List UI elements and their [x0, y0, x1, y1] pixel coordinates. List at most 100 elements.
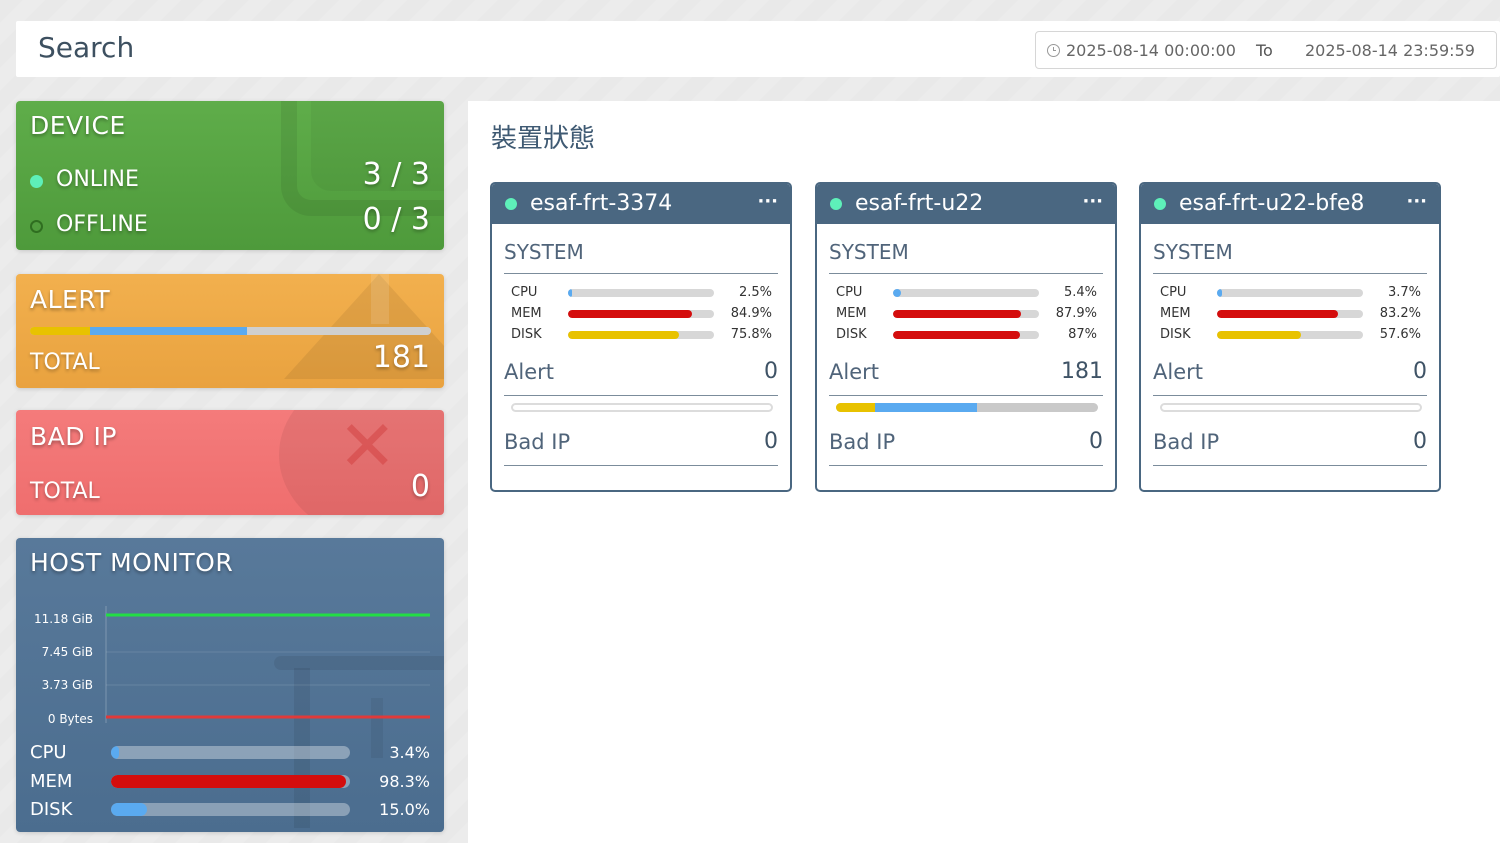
divider — [504, 395, 778, 396]
disk-value: 57.6% — [1379, 327, 1421, 342]
alert-segment — [30, 327, 91, 335]
host-monitor-card: HOST MONITOR 11.18 GiB 7.45 GiB 3.73 GiB… — [16, 538, 444, 832]
cpu-bar-fill — [893, 289, 901, 297]
date-range-picker[interactable]: 2025-08-14 00:00:00 To 2025-08-14 23:59:… — [1035, 31, 1497, 69]
alert-severity-bar — [511, 403, 773, 412]
chart-tick-label: 0 Bytes — [48, 712, 93, 726]
panel-title: 裝置狀態 — [491, 124, 596, 154]
device-card-title: DEVICE — [30, 111, 126, 140]
divider — [829, 465, 1103, 466]
cpu-value: 3.7% — [1387, 285, 1421, 300]
device-tile[interactable]: esaf-frt-u22-bfe8 ··· SYSTEM CPU 3.7% ME… — [1139, 182, 1441, 492]
badip-total-value: 0 — [410, 469, 430, 504]
host-disk-label: DISK — [30, 799, 73, 820]
mem-label: MEM — [511, 306, 542, 321]
badip-total-label: TOTAL — [30, 479, 100, 504]
divider — [1153, 395, 1427, 396]
system-section-label: SYSTEM — [1153, 240, 1233, 264]
badip-count: 0 — [1413, 429, 1427, 454]
chart-tick-label: 7.45 GiB — [42, 645, 93, 659]
offline-status-dot — [30, 220, 43, 233]
date-from-input[interactable]: 2025-08-14 00:00:00 — [1066, 41, 1236, 60]
disk-label: DISK — [511, 327, 542, 342]
divider — [504, 273, 778, 274]
alert-count: 0 — [1413, 359, 1427, 384]
alert-count: 0 — [764, 359, 778, 384]
device-name: esaf-frt-3374 — [530, 191, 673, 216]
online-status-dot — [1154, 198, 1166, 210]
online-status-dot — [830, 198, 842, 210]
alert-count: 181 — [1061, 359, 1103, 384]
device-name: esaf-frt-u22-bfe8 — [1179, 191, 1365, 216]
device-name: esaf-frt-u22 — [855, 191, 984, 216]
badip-card-title: BAD IP — [30, 422, 117, 451]
offline-count: 0 / 3 — [362, 202, 430, 237]
disk-label: DISK — [1160, 327, 1191, 342]
alert-segment — [836, 403, 876, 412]
host-cpu-value: 3.4% — [389, 743, 430, 762]
device-tile-header: esaf-frt-3374 ··· — [492, 184, 790, 224]
system-section-label: SYSTEM — [504, 240, 584, 264]
alert-summary-card[interactable]: ALERT TOTAL 181 — [16, 274, 444, 388]
disk-bar — [568, 331, 714, 339]
device-tile[interactable]: esaf-frt-3374 ··· SYSTEM CPU 2.5% MEM 84… — [490, 182, 792, 492]
online-count: 3 / 3 — [362, 157, 430, 192]
alert-severity-bar — [30, 327, 431, 335]
host-mem-bar — [111, 775, 350, 788]
disk-bar-fill — [893, 331, 1021, 339]
date-to-label: To — [1256, 41, 1273, 60]
host-cpu-bar — [111, 746, 350, 759]
alert-label: Alert — [504, 360, 554, 384]
mem-bar — [893, 310, 1039, 318]
close-icon: ✕ — [338, 410, 397, 487]
cpu-bar — [893, 289, 1039, 297]
date-to-input[interactable]: 2025-08-14 23:59:59 — [1305, 41, 1475, 60]
host-memory-chart: 11.18 GiB 7.45 GiB 3.73 GiB 0 Bytes — [34, 606, 430, 726]
more-options-icon[interactable]: ··· — [1082, 191, 1103, 212]
badip-count: 0 — [1089, 429, 1103, 454]
mem-value: 87.9% — [1055, 306, 1097, 321]
host-cpu-label: CPU — [30, 742, 67, 763]
host-disk-value: 15.0% — [379, 800, 430, 819]
host-mem-label: MEM — [30, 771, 73, 792]
cpu-bar-fill — [568, 289, 572, 297]
badip-label: Bad IP — [504, 430, 571, 454]
divider — [829, 395, 1103, 396]
online-status-dot — [505, 198, 517, 210]
divider — [504, 465, 778, 466]
host-disk-bar-fill — [111, 803, 147, 816]
cpu-label: CPU — [511, 285, 538, 300]
cpu-label: CPU — [836, 285, 863, 300]
mem-bar-fill — [893, 310, 1022, 318]
mem-label: MEM — [836, 306, 867, 321]
host-mem-bar-fill — [111, 775, 346, 788]
mem-bar — [1217, 310, 1363, 318]
cpu-bar — [568, 289, 714, 297]
badip-summary-card[interactable]: ✕ BAD IP TOTAL 0 — [16, 410, 444, 515]
mem-bar-fill — [568, 310, 692, 318]
mem-label: MEM — [1160, 306, 1191, 321]
chart-tick-label: 11.18 GiB — [34, 612, 93, 626]
host-monitor-title: HOST MONITOR — [30, 548, 234, 577]
host-cpu-bar-fill — [111, 746, 120, 759]
host-disk-bar — [111, 803, 350, 816]
alert-severity-bar — [1160, 403, 1422, 412]
mem-value: 84.9% — [730, 306, 772, 321]
device-tile[interactable]: esaf-frt-u22 ··· SYSTEM CPU 5.4% MEM 87.… — [815, 182, 1117, 492]
more-options-icon[interactable]: ··· — [757, 191, 778, 212]
badip-count: 0 — [764, 429, 778, 454]
cpu-bar — [1217, 289, 1363, 297]
host-mem-value: 98.3% — [379, 772, 430, 791]
device-summary-card[interactable]: DEVICE ONLINE 3 / 3 OFFLINE 0 / 3 — [16, 101, 444, 250]
badip-label: Bad IP — [829, 430, 896, 454]
alert-total-label: TOTAL — [30, 350, 100, 375]
mem-bar — [568, 310, 714, 318]
device-tile-header: esaf-frt-u22-bfe8 ··· — [1141, 184, 1439, 224]
search-title: Search — [38, 31, 135, 64]
alert-label: Alert — [1153, 360, 1203, 384]
device-tile-header: esaf-frt-u22 ··· — [817, 184, 1115, 224]
mem-value: 83.2% — [1379, 306, 1421, 321]
more-options-icon[interactable]: ··· — [1406, 191, 1427, 212]
alert-card-title: ALERT — [30, 285, 111, 314]
alert-segment — [875, 403, 978, 412]
